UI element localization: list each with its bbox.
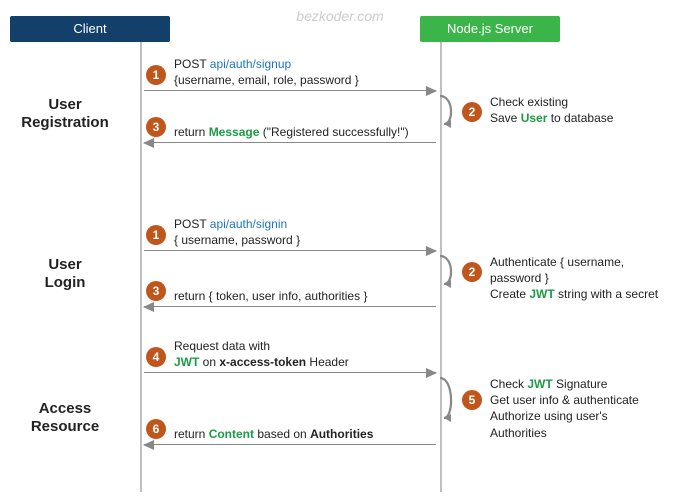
- msg-signin-request: POST api/auth/signin { username, passwor…: [144, 216, 436, 251]
- server-step-authenticate: 2 Authenticate { username, password } Cr…: [444, 254, 664, 303]
- watermark-text: bezkoder.com: [296, 8, 383, 24]
- text-fragment: { username, password }: [174, 233, 300, 247]
- text-fragment: Authorize using user's Authorities: [490, 409, 608, 439]
- bold-text: Authorities: [310, 427, 373, 441]
- text-fragment: Header: [306, 355, 349, 369]
- emphasis: JWT: [174, 355, 199, 369]
- participant-server: Node.js Server: [420, 16, 560, 42]
- text-fragment: ("Registered successfully!"): [259, 125, 408, 139]
- api-path: api/auth/signin: [210, 217, 287, 231]
- msg-text: POST api/auth/signup {username, email, r…: [144, 56, 436, 88]
- emphasis: Content: [209, 427, 254, 441]
- emphasis: User: [521, 111, 548, 125]
- section-access-resource: Access Resource: [10, 400, 120, 436]
- section-user-login: User Login: [10, 256, 120, 292]
- arrow-left-icon: [144, 142, 436, 143]
- msg-text: Request data with JWT on x-access-token …: [144, 338, 436, 370]
- server-step-save-user: 2 Check existing Save User to database: [444, 94, 664, 126]
- msg-resource-response: return Content based on Authorities 6: [144, 426, 436, 445]
- section-label-line: User: [48, 96, 81, 113]
- lifeline-client: [140, 42, 142, 492]
- section-label-line: Resource: [31, 418, 99, 435]
- arrow-right-icon: [144, 250, 436, 251]
- emphasis: JWT: [527, 377, 552, 391]
- arrow-right-icon: [144, 90, 436, 91]
- text-fragment: POST: [174, 217, 210, 231]
- msg-text: POST api/auth/signin { username, passwor…: [144, 216, 436, 248]
- text-fragment: POST: [174, 57, 210, 71]
- text-fragment: return: [174, 427, 209, 441]
- text-fragment: Save: [490, 111, 521, 125]
- text-fragment: Request data with: [174, 339, 270, 353]
- step-badge: 2: [462, 102, 482, 122]
- text-fragment: Signature: [553, 377, 608, 391]
- text-fragment: return: [174, 125, 209, 139]
- msg-text: return Message ("Registered successfully…: [144, 124, 436, 140]
- text-fragment: on: [199, 355, 219, 369]
- participant-client: Client: [10, 16, 170, 42]
- section-label-line: Login: [45, 274, 86, 291]
- bold-text: x-access-token: [219, 355, 306, 369]
- arrow-left-icon: [144, 444, 436, 445]
- msg-text: return { token, user info, authorities }: [144, 288, 436, 304]
- section-label-line: Access: [39, 400, 92, 417]
- msg-signup-response: return Message ("Registered successfully…: [144, 124, 436, 143]
- api-path: api/auth/signup: [210, 57, 291, 71]
- text-fragment: {username, email, role, password }: [174, 73, 359, 87]
- text-fragment: Check: [490, 377, 527, 391]
- emphasis: JWT: [529, 287, 554, 301]
- msg-resource-request: Request data with JWT on x-access-token …: [144, 338, 436, 373]
- msg-signup-request: POST api/auth/signup {username, email, r…: [144, 56, 436, 91]
- msg-signin-response: return { token, user info, authorities }…: [144, 288, 436, 307]
- self-loop-icon: [440, 94, 460, 130]
- text-fragment: Check existing: [490, 95, 568, 109]
- msg-text: return Content based on Authorities: [144, 426, 436, 442]
- step-badge: 5: [462, 390, 482, 410]
- arrow-right-icon: [144, 372, 436, 373]
- text-fragment: to database: [547, 111, 613, 125]
- section-user-registration: User Registration: [10, 96, 120, 132]
- arrow-left-icon: [144, 306, 436, 307]
- self-loop-icon: [440, 376, 460, 412]
- section-label-line: Registration: [21, 114, 109, 131]
- section-label-line: User: [48, 256, 81, 273]
- text-fragment: Create: [490, 287, 529, 301]
- emphasis: Message: [209, 125, 260, 139]
- server-step-authorize: 5 Check JWT Signature Get user info & au…: [444, 376, 664, 441]
- text-fragment: string with a secret: [555, 287, 658, 301]
- self-loop-icon: [440, 254, 460, 290]
- text-fragment: based on: [254, 427, 310, 441]
- text-fragment: Authenticate { username, password }: [490, 255, 624, 285]
- text-fragment: Get user info & authenticate: [490, 393, 639, 407]
- step-badge: 2: [462, 262, 482, 282]
- text-fragment: return { token, user info, authorities }: [174, 289, 367, 303]
